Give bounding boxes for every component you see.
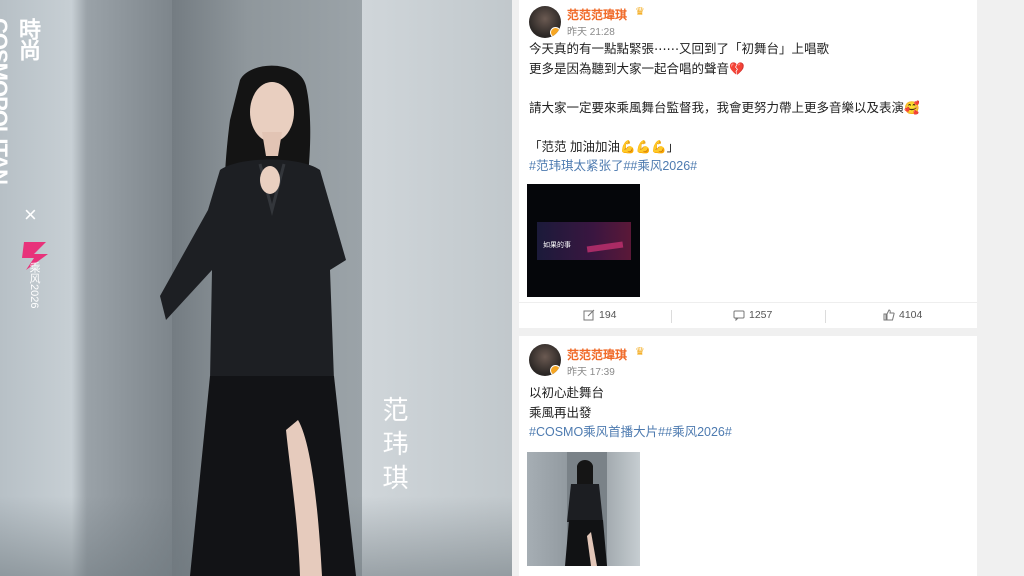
magazine-photo: 時尚COSMOPOLITAN × 乘风2026 范玮琪 (0, 0, 512, 576)
post-line (529, 118, 969, 138)
collab-cross: × (24, 202, 37, 227)
username[interactable]: 范范范瑋琪 (567, 346, 627, 363)
weibo-feed[interactable]: 范范范瑋琪 ♛ 昨天 21:28 今天真的有一點點緊張⋯⋯又回到了「初舞台」上唱… (512, 0, 1024, 576)
thumbs-up-icon (883, 309, 895, 321)
post-line: 乘風再出發 (529, 405, 592, 420)
post-card: 范范范瑋琪 ♛ 昨天 21:28 今天真的有一點點緊張⋯⋯又回到了「初舞台」上唱… (519, 0, 977, 328)
repost-count: 194 (599, 309, 617, 321)
post-line: 今天真的有一點點緊張⋯⋯又回到了「初舞台」上唱歌 (529, 42, 830, 56)
post-card: 范范范瑋琪 ♛ 昨天 17:39 以初心赴舞台 乘風再出發 #COSMO乘风首播… (519, 336, 977, 576)
crown-icon: ♛ (635, 6, 645, 18)
repost-icon (583, 309, 595, 321)
post-line: 以初心赴舞台 (529, 386, 605, 400)
thumbnail-figure (565, 452, 607, 566)
photo-thumbnail[interactable] (527, 452, 640, 566)
post-body: 以初心赴舞台 乘風再出發 #COSMO乘风首播大片##乘风2026# (529, 384, 969, 443)
post-actions-bar: 194 1257 4104 (519, 302, 977, 328)
show-logo-text: 乘风2026 (28, 262, 40, 309)
repost-button[interactable]: 194 (583, 309, 617, 321)
magazine-logo: 時尚COSMOPOLITAN (0, 18, 41, 184)
avatar[interactable] (529, 344, 561, 376)
post-timestamp[interactable]: 昨天 21:28 (567, 23, 615, 38)
post-line: 更多是因為聽到大家一起合唱的聲音💔 (529, 61, 745, 76)
divider (671, 310, 672, 323)
like-count: 4104 (899, 309, 923, 321)
avatar[interactable] (529, 6, 561, 38)
post-timestamp[interactable]: 昨天 17:39 (567, 363, 615, 378)
hashtag-link[interactable]: #范玮琪太紧张了##乘风2026# (529, 157, 969, 177)
artist-name-caption: 范玮琪 (378, 396, 408, 498)
username[interactable]: 范范范瑋琪 (567, 6, 627, 23)
post-body: 今天真的有一點點緊張⋯⋯又回到了「初舞台」上唱歌 更多是因為聽到大家一起合唱的聲… (529, 40, 969, 177)
post-line: 請大家一定要來乘風舞台監督我，我會更努力帶上更多音樂以及表演🥰 (529, 100, 920, 115)
crown-icon: ♛ (635, 346, 645, 358)
post-line: 「范范 加油加油💪💪💪」 (529, 139, 680, 154)
comment-button[interactable]: 1257 (733, 309, 772, 321)
video-thumbnail[interactable]: 如果的事 (527, 184, 640, 297)
video-caption: 如果的事 (543, 242, 571, 249)
verified-badge-icon (550, 27, 561, 38)
divider (825, 310, 826, 323)
artist-figure (160, 65, 356, 576)
hashtag-link[interactable]: #COSMO乘风首播大片##乘风2026# (529, 423, 969, 443)
comment-icon (733, 310, 745, 321)
comment-count: 1257 (749, 309, 773, 321)
verified-badge-icon (550, 365, 561, 376)
post-line (529, 79, 969, 99)
like-button[interactable]: 4104 (883, 309, 922, 321)
